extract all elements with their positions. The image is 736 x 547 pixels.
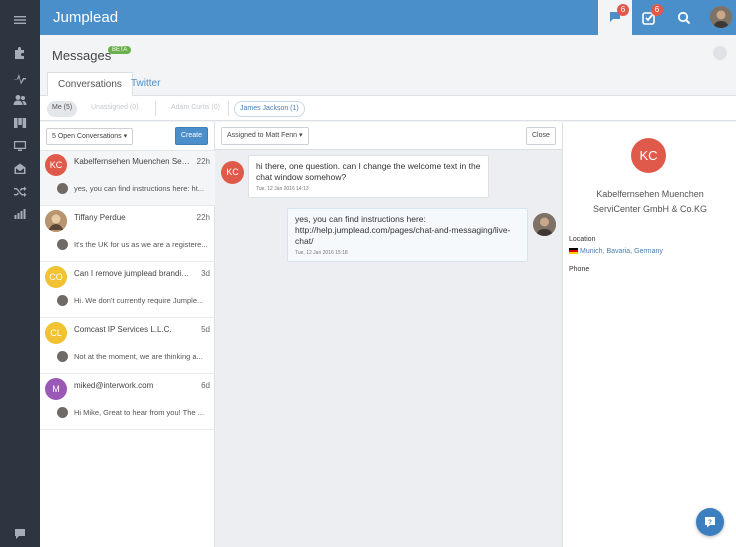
conversation-name: miked@interwork.com <box>74 381 154 390</box>
divider <box>155 101 156 116</box>
agent-avatar <box>57 239 68 250</box>
list-item[interactable]: KC Kabelfernsehen Muenchen ServiC... 22h… <box>40 151 215 206</box>
avatar: CO <box>45 266 67 288</box>
settings-icon[interactable] <box>713 46 727 60</box>
chat-notifications-button[interactable]: 6 <box>598 0 632 35</box>
conversation-preview: Hi. We don't currently require Jumple... <box>74 296 204 305</box>
page-header: Messages BETA <box>40 35 736 72</box>
beta-badge: BETA <box>108 46 132 54</box>
conversation-list: 5 Open Conversations ▾ Create KC Kabelfe… <box>40 122 215 547</box>
chat-panel: Assigned to Matt Fenn ▾ Close KC hi ther… <box>215 122 562 547</box>
incoming-message: hi there, one question. can I change the… <box>248 155 489 198</box>
search-icon <box>677 11 691 24</box>
reports-icon[interactable] <box>0 203 40 225</box>
list-toolbar: 5 Open Conversations ▾ Create <box>40 122 214 151</box>
agent-avatar <box>57 407 68 418</box>
avatar <box>45 210 67 232</box>
user-avatar[interactable] <box>710 6 732 28</box>
list-item[interactable]: Tiffany Perdue 22h It's the UK for us as… <box>40 207 215 262</box>
help-button[interactable]: ? <box>696 508 724 536</box>
conversation-preview: Hi Mike, Great to hear from you! The ... <box>74 408 204 417</box>
location-label: Location <box>569 236 596 243</box>
tab-bar: Conversations Twitter <box>40 72 736 97</box>
filter-james-jackson[interactable]: James Jackson (1) <box>234 101 305 117</box>
contact-avatar: KC <box>631 138 666 173</box>
menu-icon[interactable] <box>0 9 40 31</box>
message-text: hi there, one question. can I change the… <box>256 161 481 182</box>
filter-me[interactable]: Me (5) <box>47 101 78 117</box>
agent-avatar <box>57 183 68 194</box>
phone-label: Phone <box>569 266 590 273</box>
message-timestamp: Tue, 12 Jan 2016 14:13 <box>256 186 309 192</box>
avatar: M <box>45 378 67 400</box>
germany-flag-icon <box>569 248 578 254</box>
conversation-time: 22h <box>196 213 210 222</box>
conversation-name: Comcast IP Services L.L.C. <box>74 325 172 334</box>
location-value[interactable]: Munich, Bavaria, Germany <box>569 248 663 255</box>
assignee-dropdown[interactable]: Assigned to Matt Fenn ▾ <box>221 127 309 145</box>
chat-bubble-icon[interactable] <box>0 523 40 545</box>
avatar: KC <box>45 154 67 176</box>
activity-icon[interactable] <box>0 67 40 89</box>
agent-avatar <box>57 295 68 306</box>
contacts-icon[interactable] <box>0 89 40 111</box>
filter-unassigned[interactable]: Unassigned (0) <box>86 101 143 117</box>
inbox-icon[interactable] <box>0 158 40 180</box>
visitor-avatar: KC <box>221 161 244 184</box>
contact-detail-panel: KC Kabelfernsehen Muenchen ServiCenter G… <box>562 122 736 547</box>
conversation-preview: It's the UK for us as we are a registere… <box>74 240 208 249</box>
list-item[interactable]: CO Can I remove jumplead branding fr... … <box>40 263 215 318</box>
filter-adam-curtis[interactable]: Adam Curtis (0) <box>166 101 225 117</box>
conversation-name: Tiffany Perdue <box>74 213 126 222</box>
board-icon[interactable] <box>0 112 40 134</box>
conversation-preview: Not at the moment, we are thinking a... <box>74 352 203 361</box>
tab-twitter[interactable]: Twitter <box>121 72 170 97</box>
assignee-filters: Me (5) Unassigned (0) Adam Curtis (0) Ja… <box>40 96 736 121</box>
help-icon: ? <box>705 517 715 528</box>
agent-avatar <box>533 213 556 236</box>
left-navigation <box>0 0 40 547</box>
tasks-badge: 6 <box>651 4 663 16</box>
message-timestamp: Tue, 12 Jan 2016 15:18 <box>295 250 348 256</box>
search-button[interactable] <box>667 0 701 35</box>
close-button[interactable]: Close <box>526 127 556 145</box>
conversation-time: 22h <box>196 157 210 166</box>
company-name: Kabelfernsehen Muenchen ServiCenter GmbH… <box>592 189 708 214</box>
list-item[interactable]: CL Comcast IP Services L.L.C. 5d Not at … <box>40 319 215 374</box>
top-bar: Jumplead 6 6 <box>40 0 736 35</box>
conversation-time: 6d <box>201 381 210 390</box>
conversation-name: Kabelfernsehen Muenchen ServiC... <box>74 157 192 166</box>
shuffle-icon[interactable] <box>0 180 40 202</box>
conversation-time: 3d <box>201 269 210 278</box>
conversation-name: Can I remove jumplead branding fr... <box>74 269 192 278</box>
chat-toolbar: Assigned to Matt Fenn ▾ Close <box>215 122 562 150</box>
brand-logo[interactable]: Jumplead <box>53 9 118 26</box>
message-text: yes, you can find instructions here: htt… <box>295 214 511 246</box>
tasks-button[interactable]: 6 <box>632 0 666 35</box>
agent-avatar <box>57 351 68 362</box>
conversation-time: 5d <box>201 325 210 334</box>
divider <box>228 101 229 116</box>
svg-text:?: ? <box>708 519 712 526</box>
monitor-icon[interactable] <box>0 135 40 157</box>
chat-badge: 6 <box>617 4 629 16</box>
list-item[interactable]: M miked@interwork.com 6d Hi Mike, Great … <box>40 375 215 430</box>
page-title: Messages <box>52 48 112 63</box>
create-button[interactable]: Create <box>175 127 209 145</box>
outgoing-message: yes, you can find instructions here: htt… <box>287 208 528 262</box>
location-text: Munich, Bavaria, Germany <box>580 248 663 255</box>
open-conversations-dropdown[interactable]: 5 Open Conversations ▾ <box>46 128 134 145</box>
puzzle-icon[interactable] <box>0 42 40 64</box>
conversation-preview: yes, you can find instructions here: ht.… <box>74 184 205 193</box>
avatar: CL <box>45 322 67 344</box>
